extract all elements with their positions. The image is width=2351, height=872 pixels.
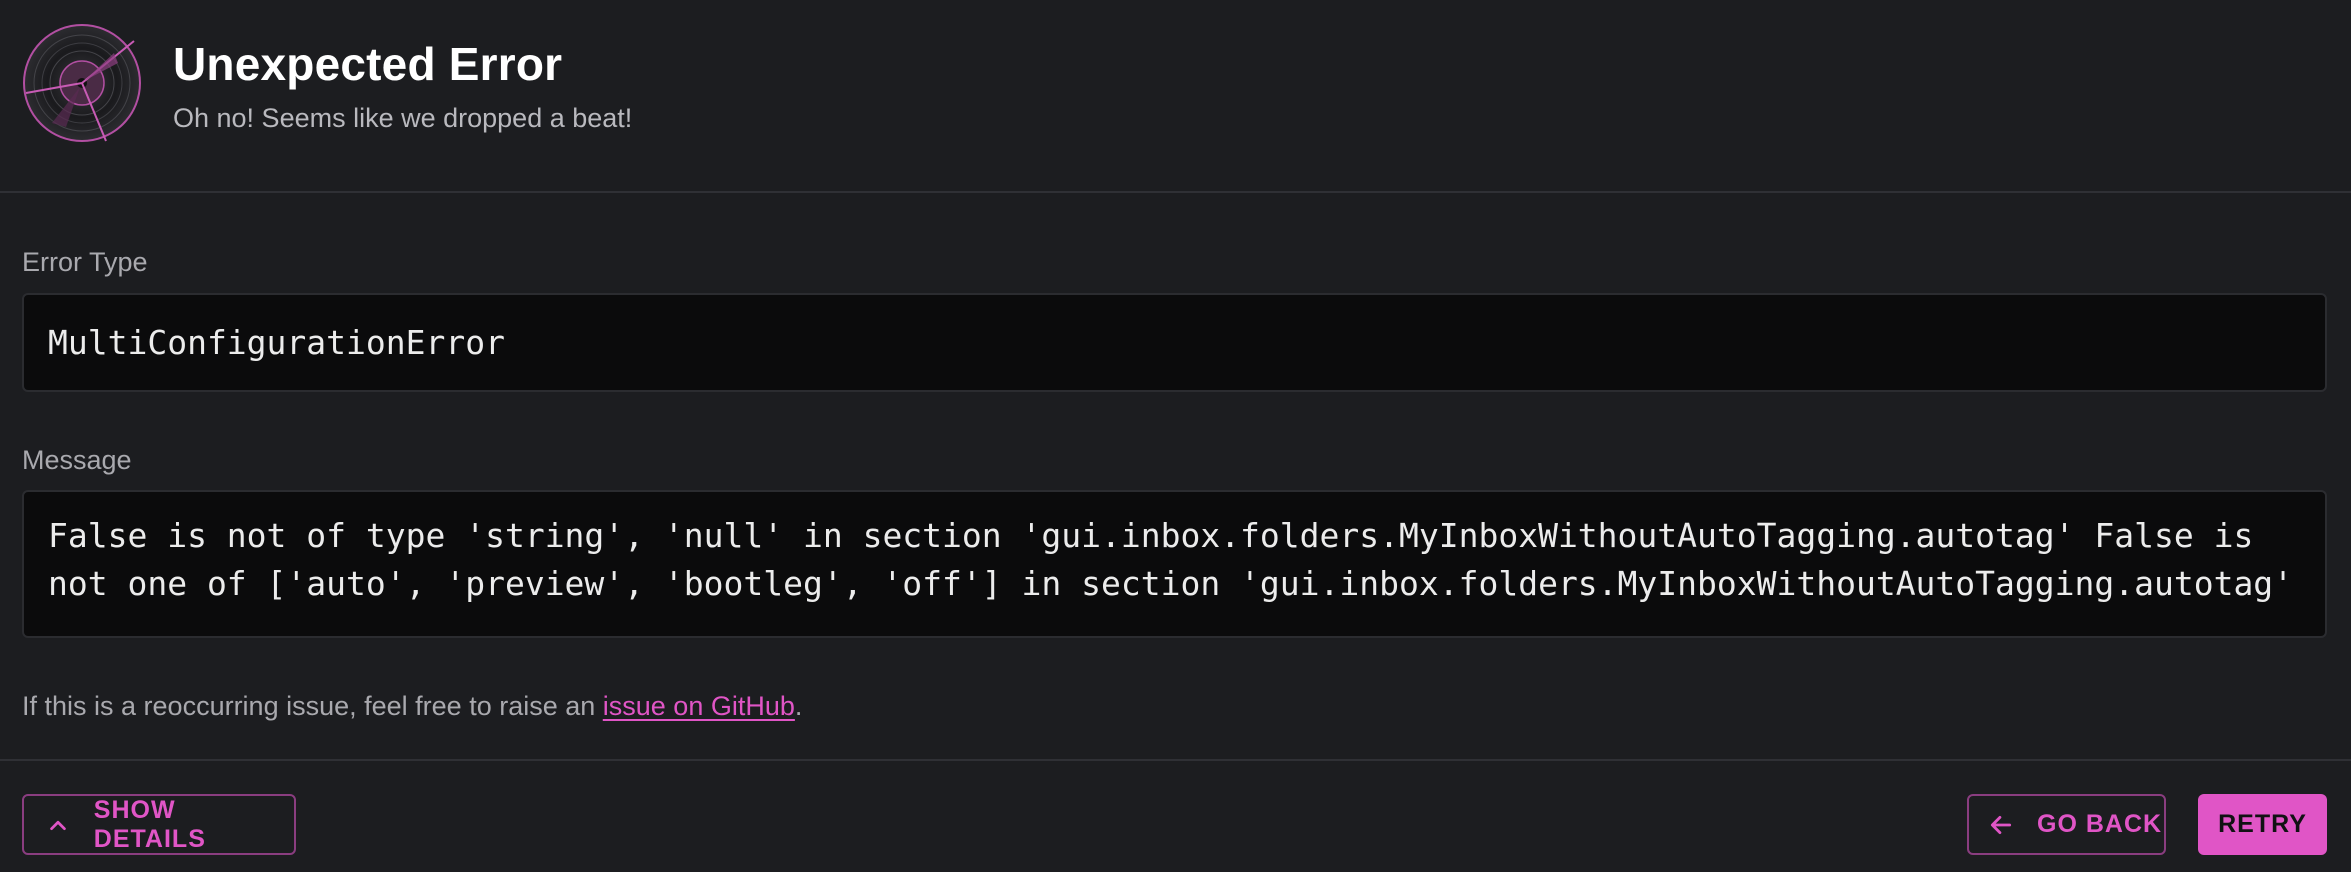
error-header: Unexpected Error Oh no! Seems like we dr… (0, 0, 2351, 193)
header-text: Unexpected Error Oh no! Seems like we dr… (173, 32, 632, 138)
show-details-label: SHOW DETAILS (93, 795, 206, 853)
error-footer: SHOW DETAILS GO BACK RETRY (0, 759, 2351, 872)
help-note-suffix: . (794, 691, 803, 721)
error-page: Unexpected Error Oh no! Seems like we dr… (0, 0, 2351, 872)
chevron-up-icon (44, 811, 72, 839)
retry-label: RETRY (2218, 810, 2307, 838)
help-note: If this is a reoccurring issue, feel fre… (22, 686, 802, 726)
help-note-prefix: If this is a reoccurring issue, feel fre… (22, 691, 603, 721)
broken-vinyl-record-icon (23, 24, 141, 142)
page-title: Unexpected Error (173, 38, 563, 90)
page-subtitle: Oh no! Seems like we dropped a beat! (173, 103, 633, 133)
error-type-text: MultiConfigurationError (48, 322, 505, 362)
go-back-label: GO BACK (2037, 810, 2163, 838)
message-value[interactable]: False is not of type 'string', 'null' in… (22, 490, 2327, 638)
error-type-label: Error Type (22, 247, 148, 277)
github-issue-link[interactable]: issue on GitHub (603, 691, 795, 721)
show-details-button[interactable]: SHOW DETAILS (22, 794, 296, 855)
retry-button[interactable]: RETRY (2198, 794, 2327, 855)
arrow-left-icon (1987, 811, 2015, 839)
message-label: Message (22, 445, 132, 475)
error-type-value[interactable]: MultiConfigurationError (22, 293, 2327, 392)
go-back-button[interactable]: GO BACK (1967, 794, 2166, 855)
